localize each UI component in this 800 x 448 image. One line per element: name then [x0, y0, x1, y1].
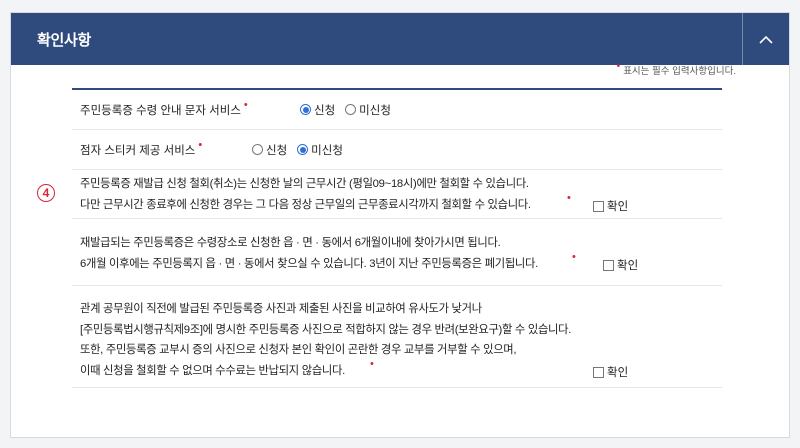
- sms-service-radio-group: 신청 미신청: [300, 102, 391, 118]
- required-note: • 표시는 필수 입력사항입니다.: [616, 61, 736, 78]
- sms-decline-radio[interactable]: 미신청: [345, 102, 391, 118]
- required-marker: •: [370, 358, 374, 370]
- checkbox-icon: [603, 259, 614, 271]
- sms-apply-radio[interactable]: 신청: [300, 102, 335, 118]
- radio-unselected-icon: [252, 144, 263, 155]
- radio-selected-icon: [300, 104, 311, 115]
- sms-service-label-wrap: 주민등록증 수령 안내 문자 서비스 •: [72, 98, 300, 118]
- chevron-up-icon: [759, 35, 773, 44]
- braille-service-label-wrap: 점자 스티커 제공 서비스 •: [72, 138, 252, 158]
- notice-line: 주민등록증 재발급 신청 철회(취소)는 신청한 날의 근무시간 (평일09~1…: [80, 178, 529, 190]
- required-marker: •: [572, 251, 576, 263]
- radio-label: 미신청: [311, 144, 343, 157]
- notice-line: 재발급되는 주민등록증은 수령장소로 신청한 읍 · 면 · 동에서 6개월이내…: [80, 237, 501, 249]
- radio-selected-icon: [297, 144, 309, 155]
- notice-line: 또한, 주민등록증 교부시 증의 사진으로 신청자 본인 확인이 곤란한 경우 …: [80, 344, 517, 356]
- collapse-button[interactable]: [742, 13, 789, 65]
- required-marker: •: [198, 138, 203, 151]
- radio-label: 미신청: [359, 104, 391, 117]
- braille-service-radio-group: 신청 미신청: [252, 142, 343, 158]
- photo-confirm-checkbox[interactable]: 확인: [593, 364, 628, 380]
- form-content: 주민등록증 수령 안내 문자 서비스 • 신청 미신청 점자 스티커 제공 서비…: [72, 88, 722, 388]
- confirm-label: 확인: [617, 260, 639, 272]
- confirm-label: 확인: [607, 201, 629, 213]
- radio-label: 신청: [266, 144, 288, 157]
- withdrawal-confirm-checkbox[interactable]: 확인: [593, 198, 628, 214]
- step-number-badge: 4: [37, 184, 55, 202]
- braille-decline-radio[interactable]: 미신청: [297, 142, 343, 158]
- required-marker: •: [243, 98, 248, 111]
- photo-notice: 관계 공무원이 직전에 발급된 주민등록증 사진과 제출된 사진을 비교하여 유…: [72, 286, 722, 388]
- pickup-notice: 재발급되는 주민등록증은 수령장소로 신청한 읍 · 면 · 동에서 6개월이내…: [72, 219, 722, 286]
- sms-service-label: 주민등록증 수령 안내 문자 서비스: [80, 104, 241, 117]
- withdrawal-notice: 주민등록증 재발급 신청 철회(취소)는 신청한 날의 근무시간 (평일09~1…: [72, 170, 722, 219]
- checkbox-icon: [593, 200, 604, 212]
- checkbox-icon: [593, 366, 604, 378]
- radio-label: 신청: [314, 104, 336, 117]
- braille-apply-radio[interactable]: 신청: [252, 142, 287, 158]
- notice-line: 관계 공무원이 직전에 발급된 주민등록증 사진과 제출된 사진을 비교하여 유…: [80, 303, 482, 315]
- required-marker: •: [616, 61, 621, 72]
- sms-service-row: 주민등록증 수령 안내 문자 서비스 • 신청 미신청: [72, 90, 722, 130]
- notice-line: [주민등록법시행규칙제9조]에 명시한 주민등록증 사진으로 적합하지 않는 경…: [80, 323, 572, 336]
- required-note-text: 표시는 필수 입력사항입니다.: [623, 66, 736, 77]
- pickup-confirm-checkbox[interactable]: 확인: [603, 257, 638, 273]
- panel-header: 확인사항: [11, 13, 789, 65]
- radio-unselected-icon: [345, 104, 357, 115]
- braille-service-label: 점자 스티커 제공 서비스: [80, 144, 196, 157]
- panel-title: 확인사항: [37, 31, 92, 49]
- required-marker: •: [567, 192, 571, 204]
- confirm-label: 확인: [607, 367, 629, 379]
- braille-service-row: 점자 스티커 제공 서비스 • 신청 미신청: [72, 130, 722, 170]
